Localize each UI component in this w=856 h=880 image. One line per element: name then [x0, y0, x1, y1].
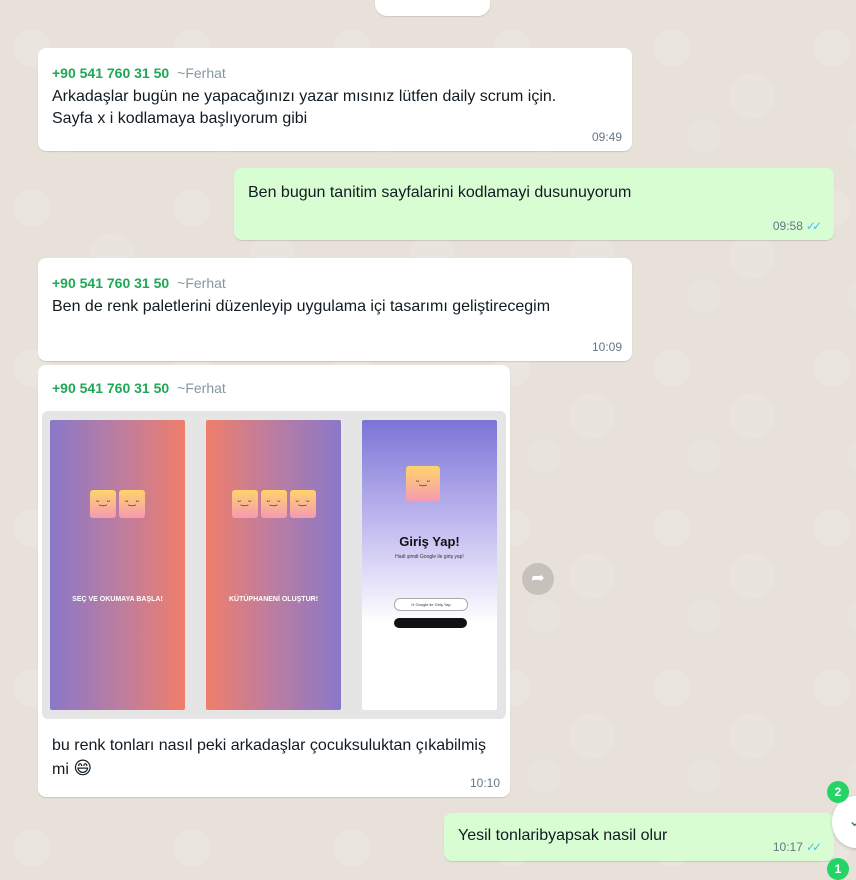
message-caption: bu renk tonları nasıl peki arkadaşlar ço… [52, 735, 502, 781]
screenshot-2[interactable]: ᵕ‿ᵕ ᵕ‿ᵕ ᵕ‿ᵕ KÜTÜPHANENİ OLUŞTUR! [206, 420, 341, 710]
google-login-label: Google ile Giriş Yap [415, 602, 451, 607]
message-time: 10:17 [772, 840, 803, 854]
mascot: ᵕ‿ᵕ [231, 490, 258, 518]
screenshot-3[interactable]: ᵕ‿ᵕ Giriş Yap! Hadi şimdi Google ile gir… [362, 420, 497, 710]
message-time: 09:58 [772, 219, 803, 233]
mascot-faces: ᵕ‿ᵕ ᵕ‿ᵕ [50, 490, 185, 518]
message-time: 10:10 [469, 776, 500, 790]
screenshot-1[interactable]: ᵕ‿ᵕ ᵕ‿ᵕ SEÇ VE OKUMAYA BAŞLA! [50, 420, 185, 710]
continue-button[interactable] [394, 618, 467, 628]
message-outgoing[interactable]: Ben bugun tanitim sayfalarini kodlamayi … [234, 168, 834, 240]
sender-header: +90 541 760 31 50 ~Ferhat [52, 64, 618, 82]
sender-phone[interactable]: +90 541 760 31 50 [52, 275, 169, 291]
chevron-down-icon: ⌄ [848, 813, 856, 830]
message-incoming[interactable]: +90 541 760 31 50 ~Ferhat Arkadaşlar bugü… [38, 48, 632, 151]
mascot: ᵕ‿ᵕ [260, 490, 287, 518]
mascot: ᵕ‿ᵕ [289, 490, 316, 518]
mascot-faces: ᵕ‿ᵕ [406, 466, 440, 502]
message-text: Ben bugun tanitim sayfalarini kodlamayi … [248, 184, 632, 201]
unread-badge[interactable]: 2 [827, 781, 849, 803]
sender-name: ~Ferhat [177, 380, 226, 396]
mascot: ᵕ‿ᵕ [90, 490, 116, 518]
message-time-group: 09:58 ✓✓ [772, 219, 822, 233]
google-login-button[interactable]: G Google ile Giriş Yap [394, 598, 468, 611]
sender-phone[interactable]: +90 541 760 31 50 [52, 380, 169, 396]
double-check-icon: ✓✓ [805, 219, 822, 233]
mascot-faces: ᵕ‿ᵕ ᵕ‿ᵕ ᵕ‿ᵕ [206, 490, 341, 518]
message-time-group: 10:17 ✓✓ [772, 840, 822, 854]
sender-name: ~Ferhat [177, 275, 226, 291]
date-pill [375, 0, 490, 16]
login-title: Giriş Yap! [399, 534, 460, 549]
sender-header: +90 541 760 31 50 ~Ferhat [52, 274, 618, 292]
google-icon: G [411, 602, 415, 607]
message-incoming[interactable]: +90 541 760 31 50 ~Ferhat Ben de renk pal… [38, 258, 632, 361]
mascot: ᵕ‿ᵕ [406, 466, 440, 502]
message-text: Ben de renk paletlerini düzenleyip uygul… [52, 298, 551, 315]
unread-badge[interactable]: 1 [827, 858, 849, 880]
screen-title: KÜTÜPHANENİ OLUŞTUR! [228, 596, 319, 603]
status-bar [206, 420, 341, 432]
message-time: 09:49 [591, 130, 622, 144]
message-text: Arkadaşlar bugün ne yapacağınızı yazar m… [52, 88, 557, 127]
sender-name: ~Ferhat [177, 65, 226, 81]
caption-text: bu renk tonları nasıl peki arkadaşlar ço… [52, 737, 486, 778]
message-time: 10:09 [591, 340, 622, 354]
status-bar [50, 420, 185, 432]
login-subtitle: Hadi şimdi Google ile giriş yap! [395, 554, 464, 560]
sender-header: +90 541 760 31 50 ~Ferhat [52, 379, 496, 397]
screen-title: SEÇ VE OKUMAYA BAŞLA! [72, 596, 163, 603]
forward-icon[interactable]: ➦ [522, 563, 554, 595]
mascot: ᵕ‿ᵕ [119, 490, 145, 518]
double-check-icon: ✓✓ [805, 840, 822, 854]
sender-phone[interactable]: +90 541 760 31 50 [52, 65, 169, 81]
grinning-emoji: 😄 [73, 758, 93, 778]
message-text: Yesil tonlaribyapsak nasil olur [458, 827, 668, 844]
status-bar [362, 420, 497, 432]
message-outgoing[interactable]: Yesil tonlaribyapsak nasil olur 10:17 ✓✓ [444, 813, 834, 861]
